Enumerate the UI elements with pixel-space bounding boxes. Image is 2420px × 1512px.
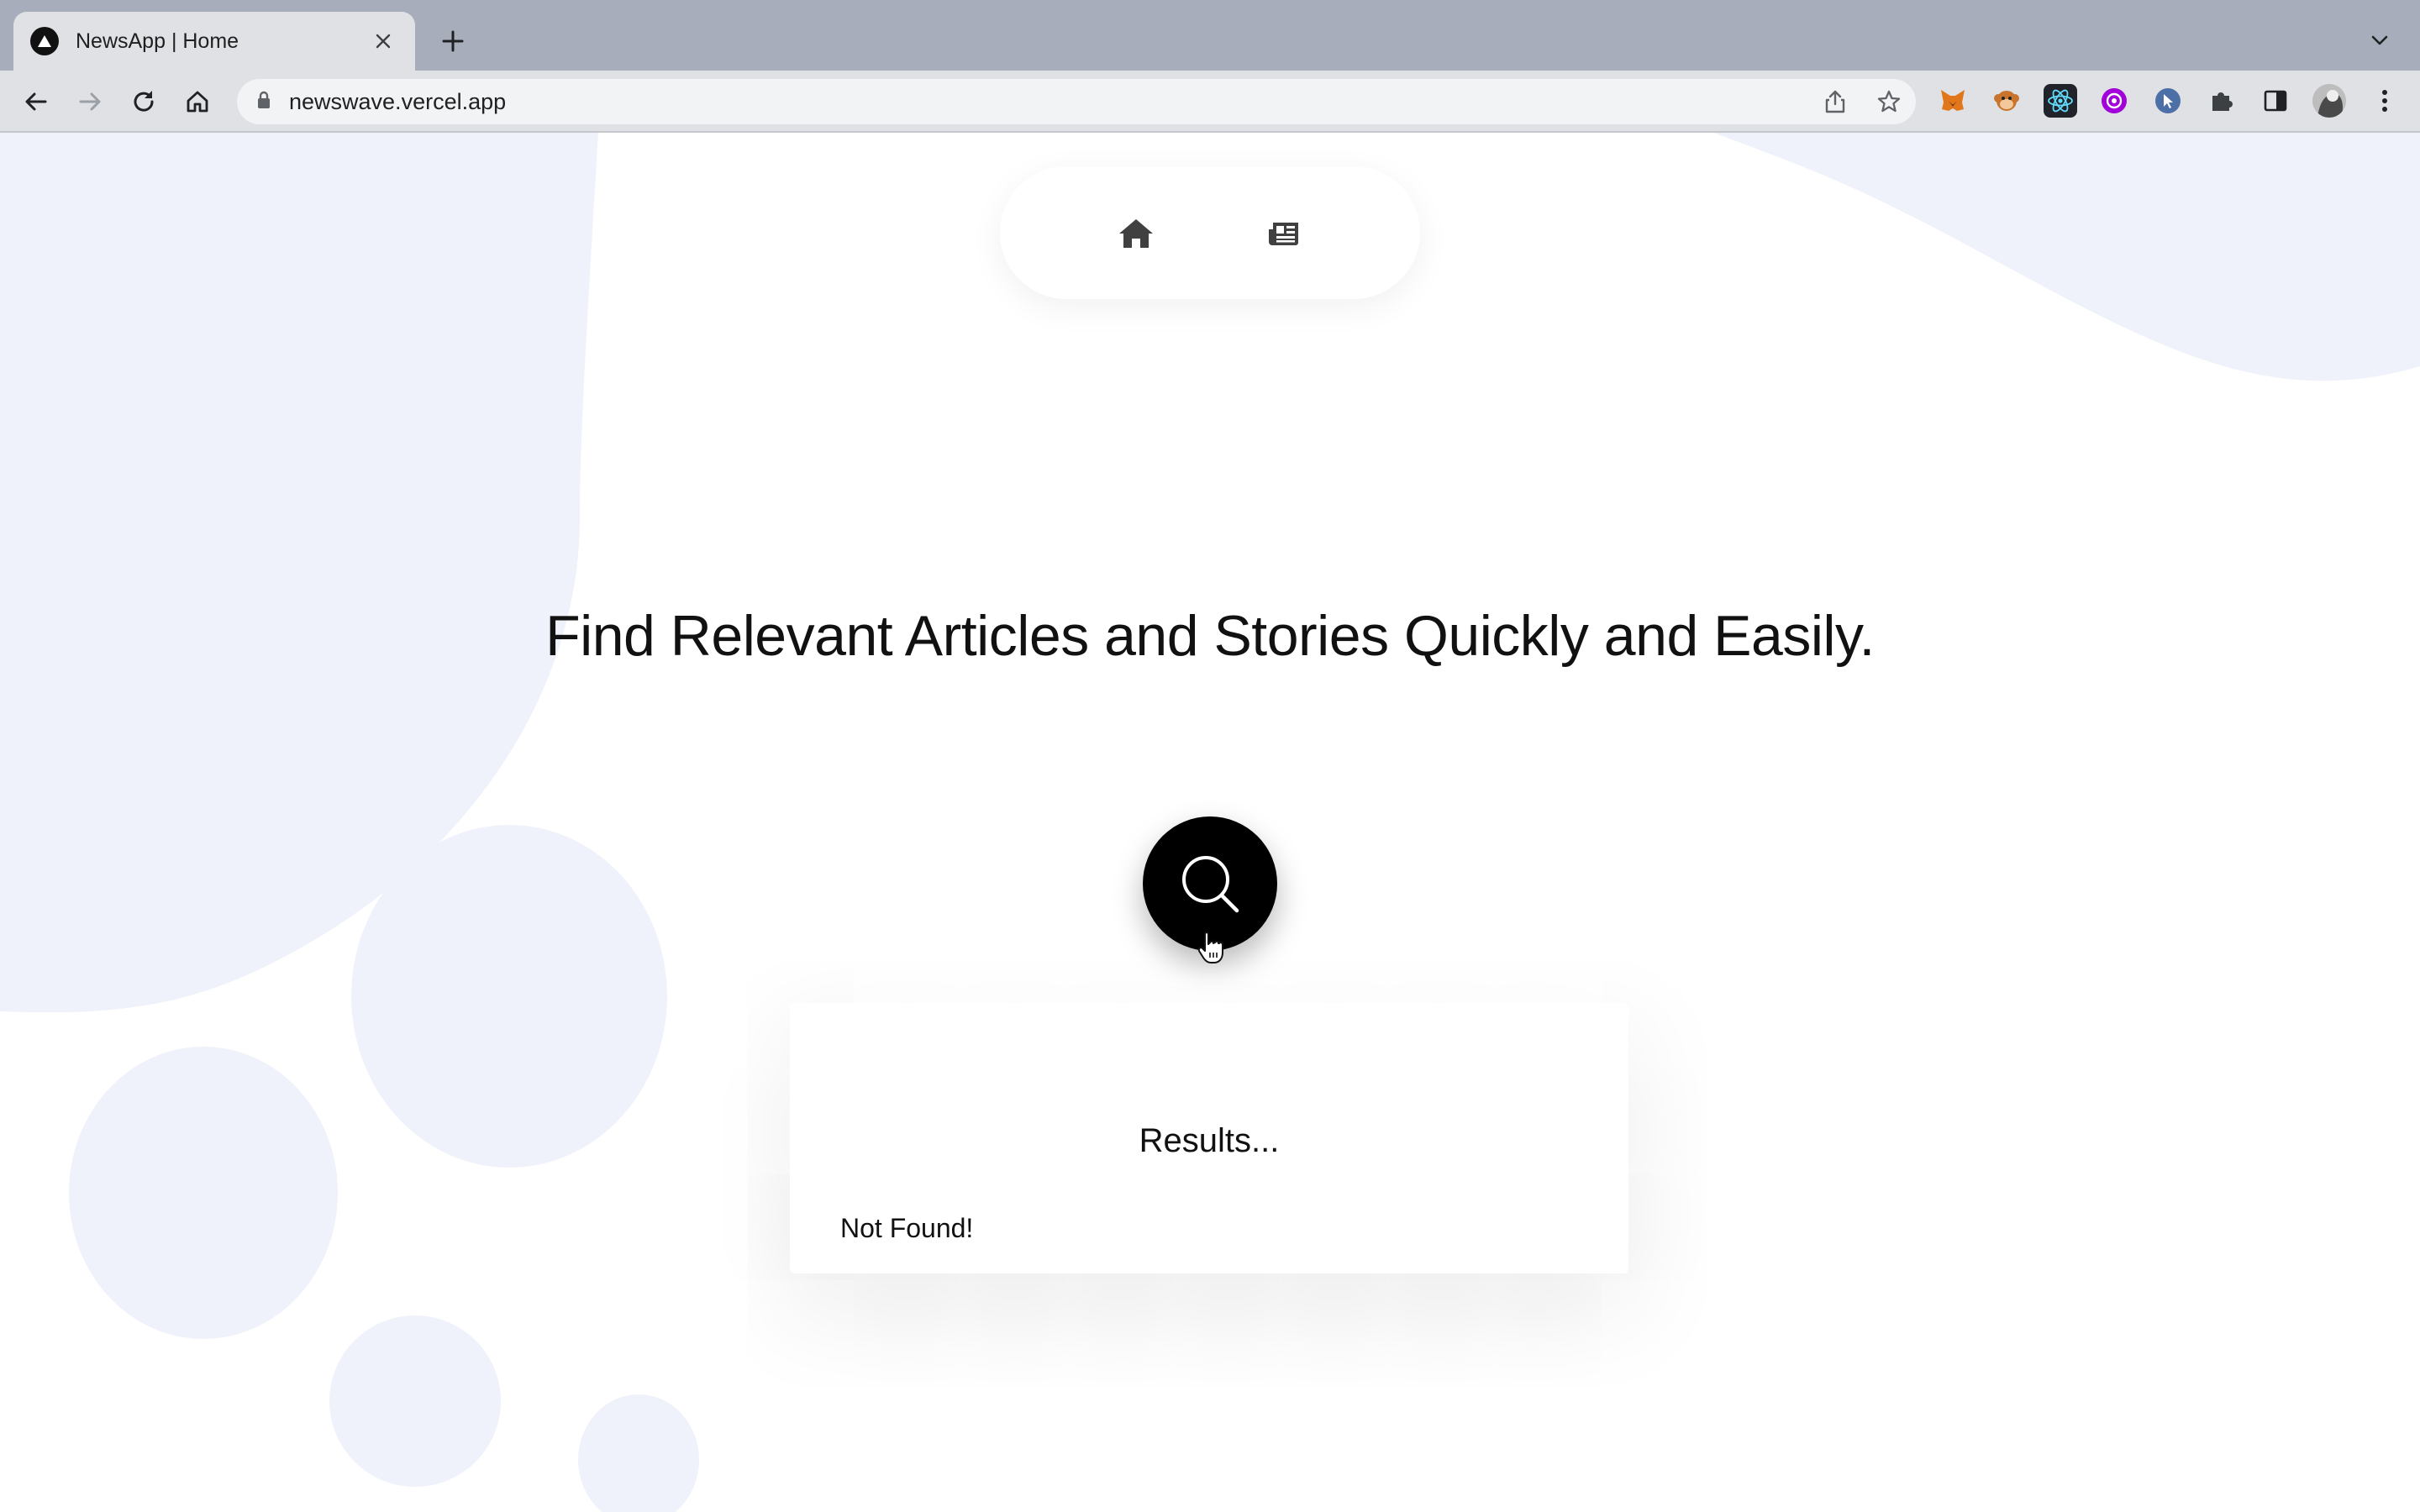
react-devtools-icon[interactable] bbox=[2044, 84, 2077, 118]
chevron-down-icon[interactable] bbox=[2363, 24, 2396, 57]
hand-cursor-icon bbox=[1197, 932, 1223, 963]
puzzle-icon[interactable] bbox=[2205, 84, 2238, 118]
side-panel-icon[interactable] bbox=[2259, 84, 2292, 118]
share-icon[interactable] bbox=[1818, 85, 1852, 118]
forward-arrow-icon[interactable] bbox=[71, 82, 109, 121]
monkey-icon[interactable] bbox=[1990, 84, 2023, 118]
newspaper-icon[interactable] bbox=[1260, 210, 1307, 257]
lock-icon[interactable] bbox=[255, 90, 272, 114]
home-icon[interactable] bbox=[1113, 210, 1160, 257]
kebab-menu-icon[interactable] bbox=[2368, 84, 2402, 118]
metamask-fox-icon[interactable] bbox=[1936, 84, 1970, 118]
plus-icon[interactable] bbox=[434, 22, 472, 60]
vercel-favicon-icon bbox=[30, 27, 59, 55]
search-icon bbox=[1182, 856, 1239, 913]
tab-title: NewsApp | Home bbox=[76, 29, 239, 53]
star-icon[interactable] bbox=[1872, 85, 1906, 118]
url-text: newswave.vercel.app bbox=[289, 88, 507, 114]
purple-extension-icon[interactable] bbox=[2097, 84, 2131, 118]
close-icon[interactable] bbox=[368, 26, 398, 56]
cursor-extension-icon[interactable] bbox=[2151, 84, 2185, 118]
results-title: Results... bbox=[1139, 1122, 1280, 1159]
results-empty-message: Not Found! bbox=[840, 1213, 974, 1243]
page: Find Relevant Articles and Stories Quick… bbox=[0, 133, 2420, 1512]
page-headline: Find Relevant Articles and Stories Quick… bbox=[545, 604, 1875, 668]
back-arrow-icon[interactable] bbox=[17, 82, 55, 121]
navbar bbox=[1000, 166, 1420, 299]
browser-tab[interactable]: NewsApp | Home bbox=[13, 12, 415, 71]
home-icon[interactable] bbox=[178, 82, 217, 121]
address-bar[interactable]: newswave.vercel.app bbox=[237, 79, 1916, 124]
results-card: Results... Not Found! bbox=[790, 1003, 1628, 1273]
tab-strip: NewsApp | Home bbox=[0, 0, 2420, 71]
reload-icon[interactable] bbox=[124, 82, 163, 121]
profile-avatar[interactable] bbox=[2312, 84, 2346, 118]
